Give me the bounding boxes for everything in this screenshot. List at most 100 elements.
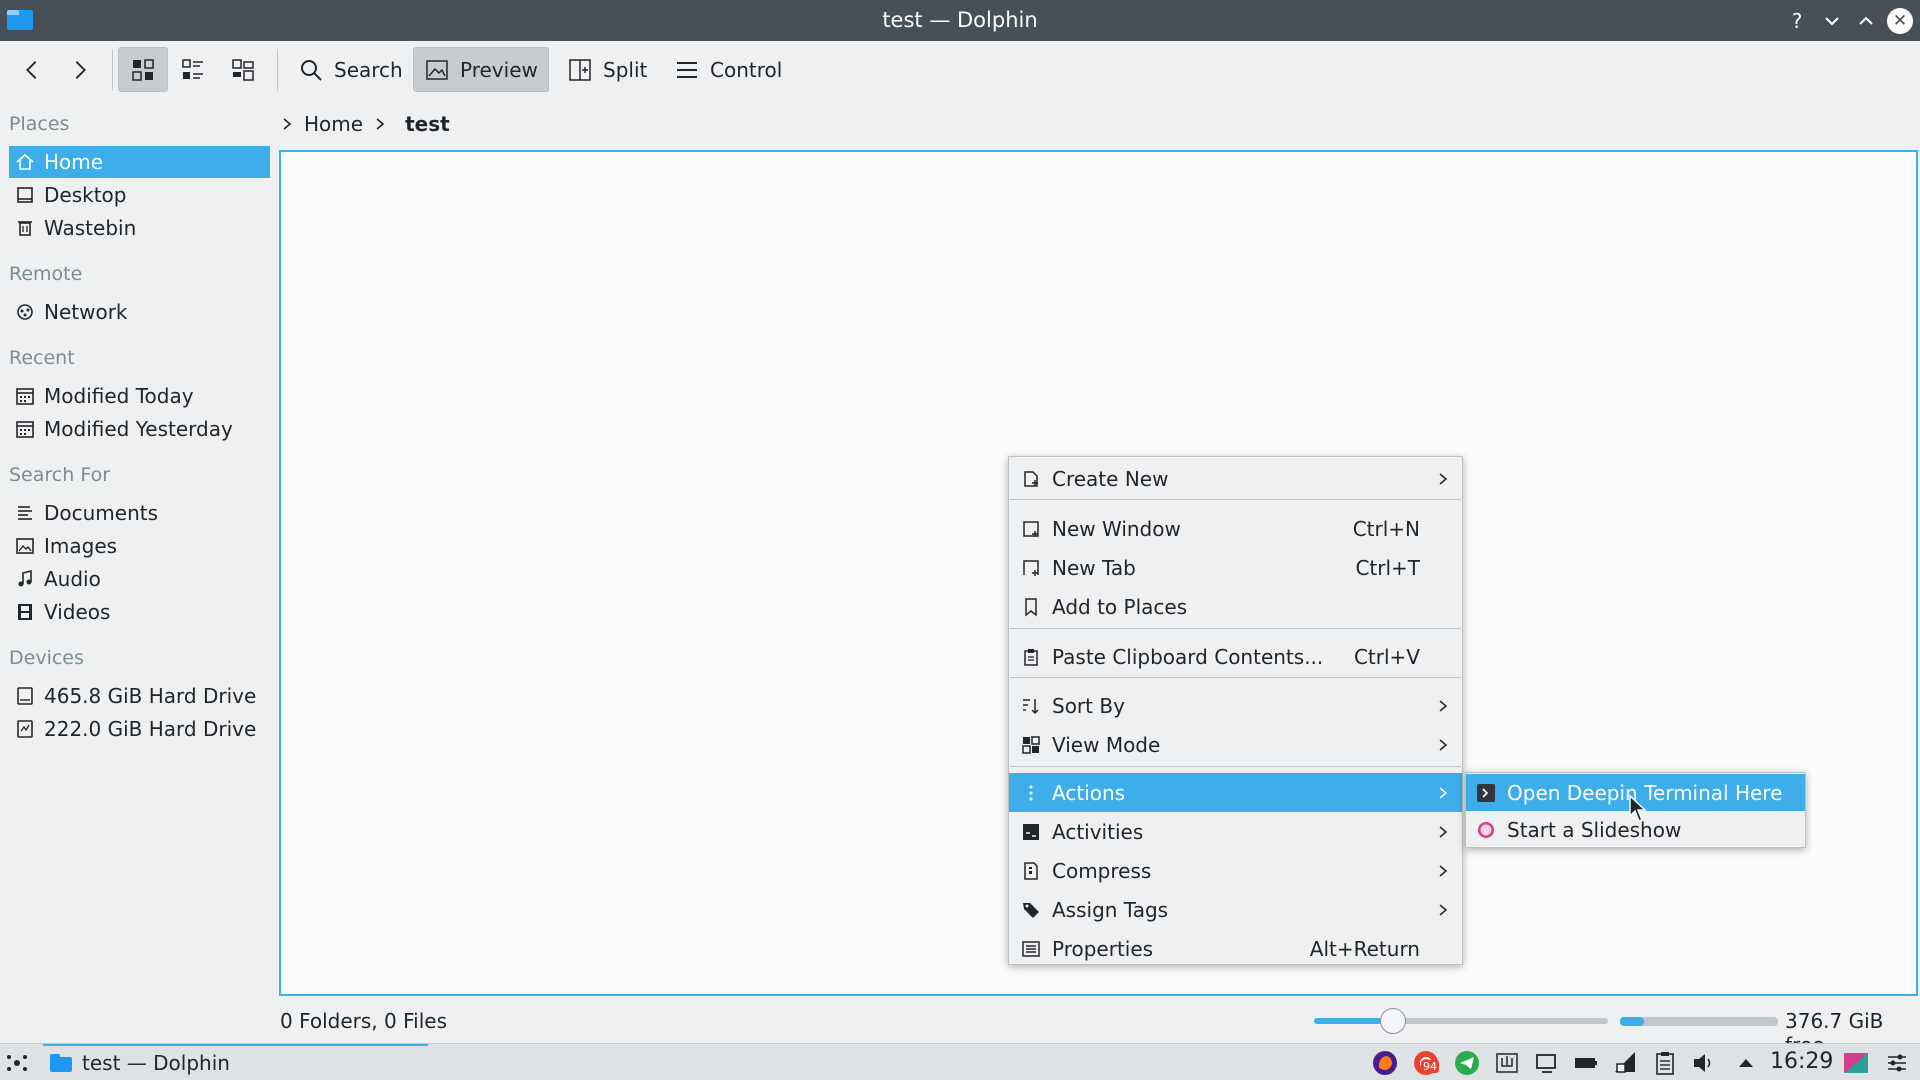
remote-section-title: Remote: [9, 263, 83, 285]
sidebar-item-label: Wastebin: [44, 216, 137, 240]
maximize-button[interactable]: [1853, 8, 1879, 34]
show-desktop-icon[interactable]: [1843, 1050, 1869, 1076]
icons-view-icon: [132, 58, 154, 81]
mouse-cursor-icon: [1629, 794, 1647, 822]
panel-settings-icon[interactable]: [1884, 1050, 1910, 1076]
sidebar-item-drive-1[interactable]: 465.8 GiB Hard Drive: [9, 680, 270, 712]
document-icon: [18, 506, 32, 520]
sidebar-item-label: Desktop: [44, 183, 127, 207]
details-view-button[interactable]: [220, 47, 266, 92]
chevron-right-icon[interactable]: [280, 117, 294, 131]
menu-item-sort-by[interactable]: Sort By: [1009, 686, 1462, 725]
devices-section-title: Devices: [9, 647, 84, 669]
sidebar-item-network[interactable]: Network: [9, 296, 270, 328]
chrome-icon[interactable]: 94: [1413, 1050, 1439, 1076]
split-icon: [569, 58, 591, 81]
menu-item-paste[interactable]: Paste Clipboard Contents... Ctrl+V: [1009, 637, 1462, 676]
sidebar-item-label: Network: [44, 300, 128, 324]
sidebar-item-videos[interactable]: Videos: [9, 596, 270, 628]
split-button[interactable]: Split: [557, 47, 657, 92]
sidebar-item-audio[interactable]: Audio: [9, 563, 270, 595]
sidebar-item-wastebin[interactable]: Wastebin: [9, 212, 270, 244]
chevron-right-icon: [1439, 786, 1448, 799]
application-launcher-icon[interactable]: [5, 1051, 29, 1075]
search-label: Search: [334, 57, 403, 82]
sidebar-item-modified-yesterday[interactable]: Modified Yesterday: [9, 413, 270, 445]
sidebar-item-label: Home: [44, 150, 104, 174]
preview-button[interactable]: Preview: [413, 47, 549, 92]
new-tab-icon: [1023, 559, 1039, 576]
menu-item-add-to-places[interactable]: Add to Places: [1009, 587, 1462, 626]
chevron-right-icon: [1439, 699, 1448, 712]
menu-item-new-tab[interactable]: New Tab Ctrl+T: [1009, 548, 1462, 587]
battery-icon[interactable]: [1573, 1050, 1599, 1076]
chevron-right-icon: [1439, 903, 1448, 916]
trash-icon: [18, 221, 32, 236]
breadcrumb-home[interactable]: Home: [304, 112, 363, 136]
video-icon: [18, 604, 32, 620]
sidebar-item-label: Audio: [44, 567, 101, 591]
view-mode-icon: [1022, 735, 1040, 754]
menu-item-actions[interactable]: Actions: [1009, 773, 1462, 812]
sidebar-item-documents[interactable]: Documents: [9, 497, 270, 529]
image-icon: [426, 59, 448, 80]
menu-item-activities[interactable]: Activities: [1009, 812, 1462, 851]
sidebar-item-images[interactable]: Images: [9, 530, 270, 562]
forward-button[interactable]: [58, 47, 102, 92]
hamburger-menu-icon: [677, 61, 697, 78]
menu-item-new-window[interactable]: New Window Ctrl+N: [1009, 509, 1462, 548]
clipboard-icon[interactable]: [1652, 1050, 1678, 1076]
chevron-right-icon[interactable]: [373, 117, 387, 131]
harddrive-icon: [17, 687, 33, 705]
volume-icon[interactable]: [1691, 1050, 1717, 1076]
minimize-button[interactable]: [1819, 8, 1845, 34]
tray-expand-icon[interactable]: [1733, 1050, 1759, 1076]
control-button[interactable]: Control: [664, 47, 792, 92]
menu-item-label: New Window: [1052, 516, 1181, 541]
sidebar-item-label: Modified Today: [44, 384, 194, 408]
chevron-right-icon: [1439, 825, 1448, 838]
create-new-icon: [1024, 470, 1038, 487]
sidebar-item-desktop[interactable]: Desktop: [9, 179, 270, 211]
clock[interactable]: 16:29: [1770, 1049, 1833, 1074]
actions-icon: [1029, 785, 1033, 800]
back-button[interactable]: [10, 47, 54, 92]
breadcrumb-current[interactable]: test: [405, 112, 450, 136]
bookmark-icon: [1025, 597, 1037, 617]
help-icon[interactable]: ?: [1784, 8, 1810, 34]
menu-item-assign-tags[interactable]: Assign Tags: [1009, 890, 1462, 929]
menu-item-compress[interactable]: Compress: [1009, 851, 1462, 890]
audio-icon: [18, 569, 32, 587]
telegram-icon[interactable]: [1454, 1050, 1480, 1076]
calendar-icon: [16, 388, 34, 405]
task-label: test — Dolphin: [82, 1050, 230, 1075]
compact-view-button[interactable]: [170, 47, 216, 92]
toolbar: Search Preview Split Control: [0, 41, 1920, 99]
calendar-icon: [16, 421, 34, 438]
display-icon[interactable]: [1534, 1050, 1560, 1076]
places-section-title: Places: [9, 113, 70, 135]
terminal-icon: [1477, 783, 1495, 802]
menu-item-properties[interactable]: Properties Alt+Return: [1009, 929, 1462, 968]
menu-item-shortcut: Ctrl+T: [1355, 555, 1420, 580]
menu-separator: [1010, 766, 1461, 767]
firefox-icon[interactable]: [1372, 1050, 1398, 1076]
close-button[interactable]: ✕: [1887, 8, 1913, 34]
task-dolphin[interactable]: test — Dolphin: [43, 1044, 428, 1080]
search-button[interactable]: Search: [288, 47, 413, 92]
menu-item-view-mode[interactable]: View Mode: [1009, 725, 1462, 764]
breadcrumb: Home test: [280, 109, 450, 139]
menu-item-label: Actions: [1052, 780, 1126, 805]
sidebar-item-drive-2[interactable]: 222.0 GiB Hard Drive: [9, 713, 270, 745]
zoom-slider[interactable]: [1314, 1018, 1608, 1024]
input-method-icon[interactable]: [1494, 1050, 1520, 1076]
menu-item-create-new[interactable]: Create New: [1009, 459, 1462, 498]
desktop-icon: [17, 187, 33, 203]
icons-view-button[interactable]: [118, 47, 168, 92]
sidebar-item-home[interactable]: Home: [9, 146, 270, 178]
menu-item-label: Create New: [1052, 466, 1169, 491]
sidebar-item-modified-today[interactable]: Modified Today: [9, 380, 270, 412]
taskbar: test — Dolphin 94 16:29: [0, 1043, 1920, 1080]
paste-icon: [1024, 648, 1038, 666]
network-manager-icon[interactable]: [1612, 1050, 1638, 1076]
